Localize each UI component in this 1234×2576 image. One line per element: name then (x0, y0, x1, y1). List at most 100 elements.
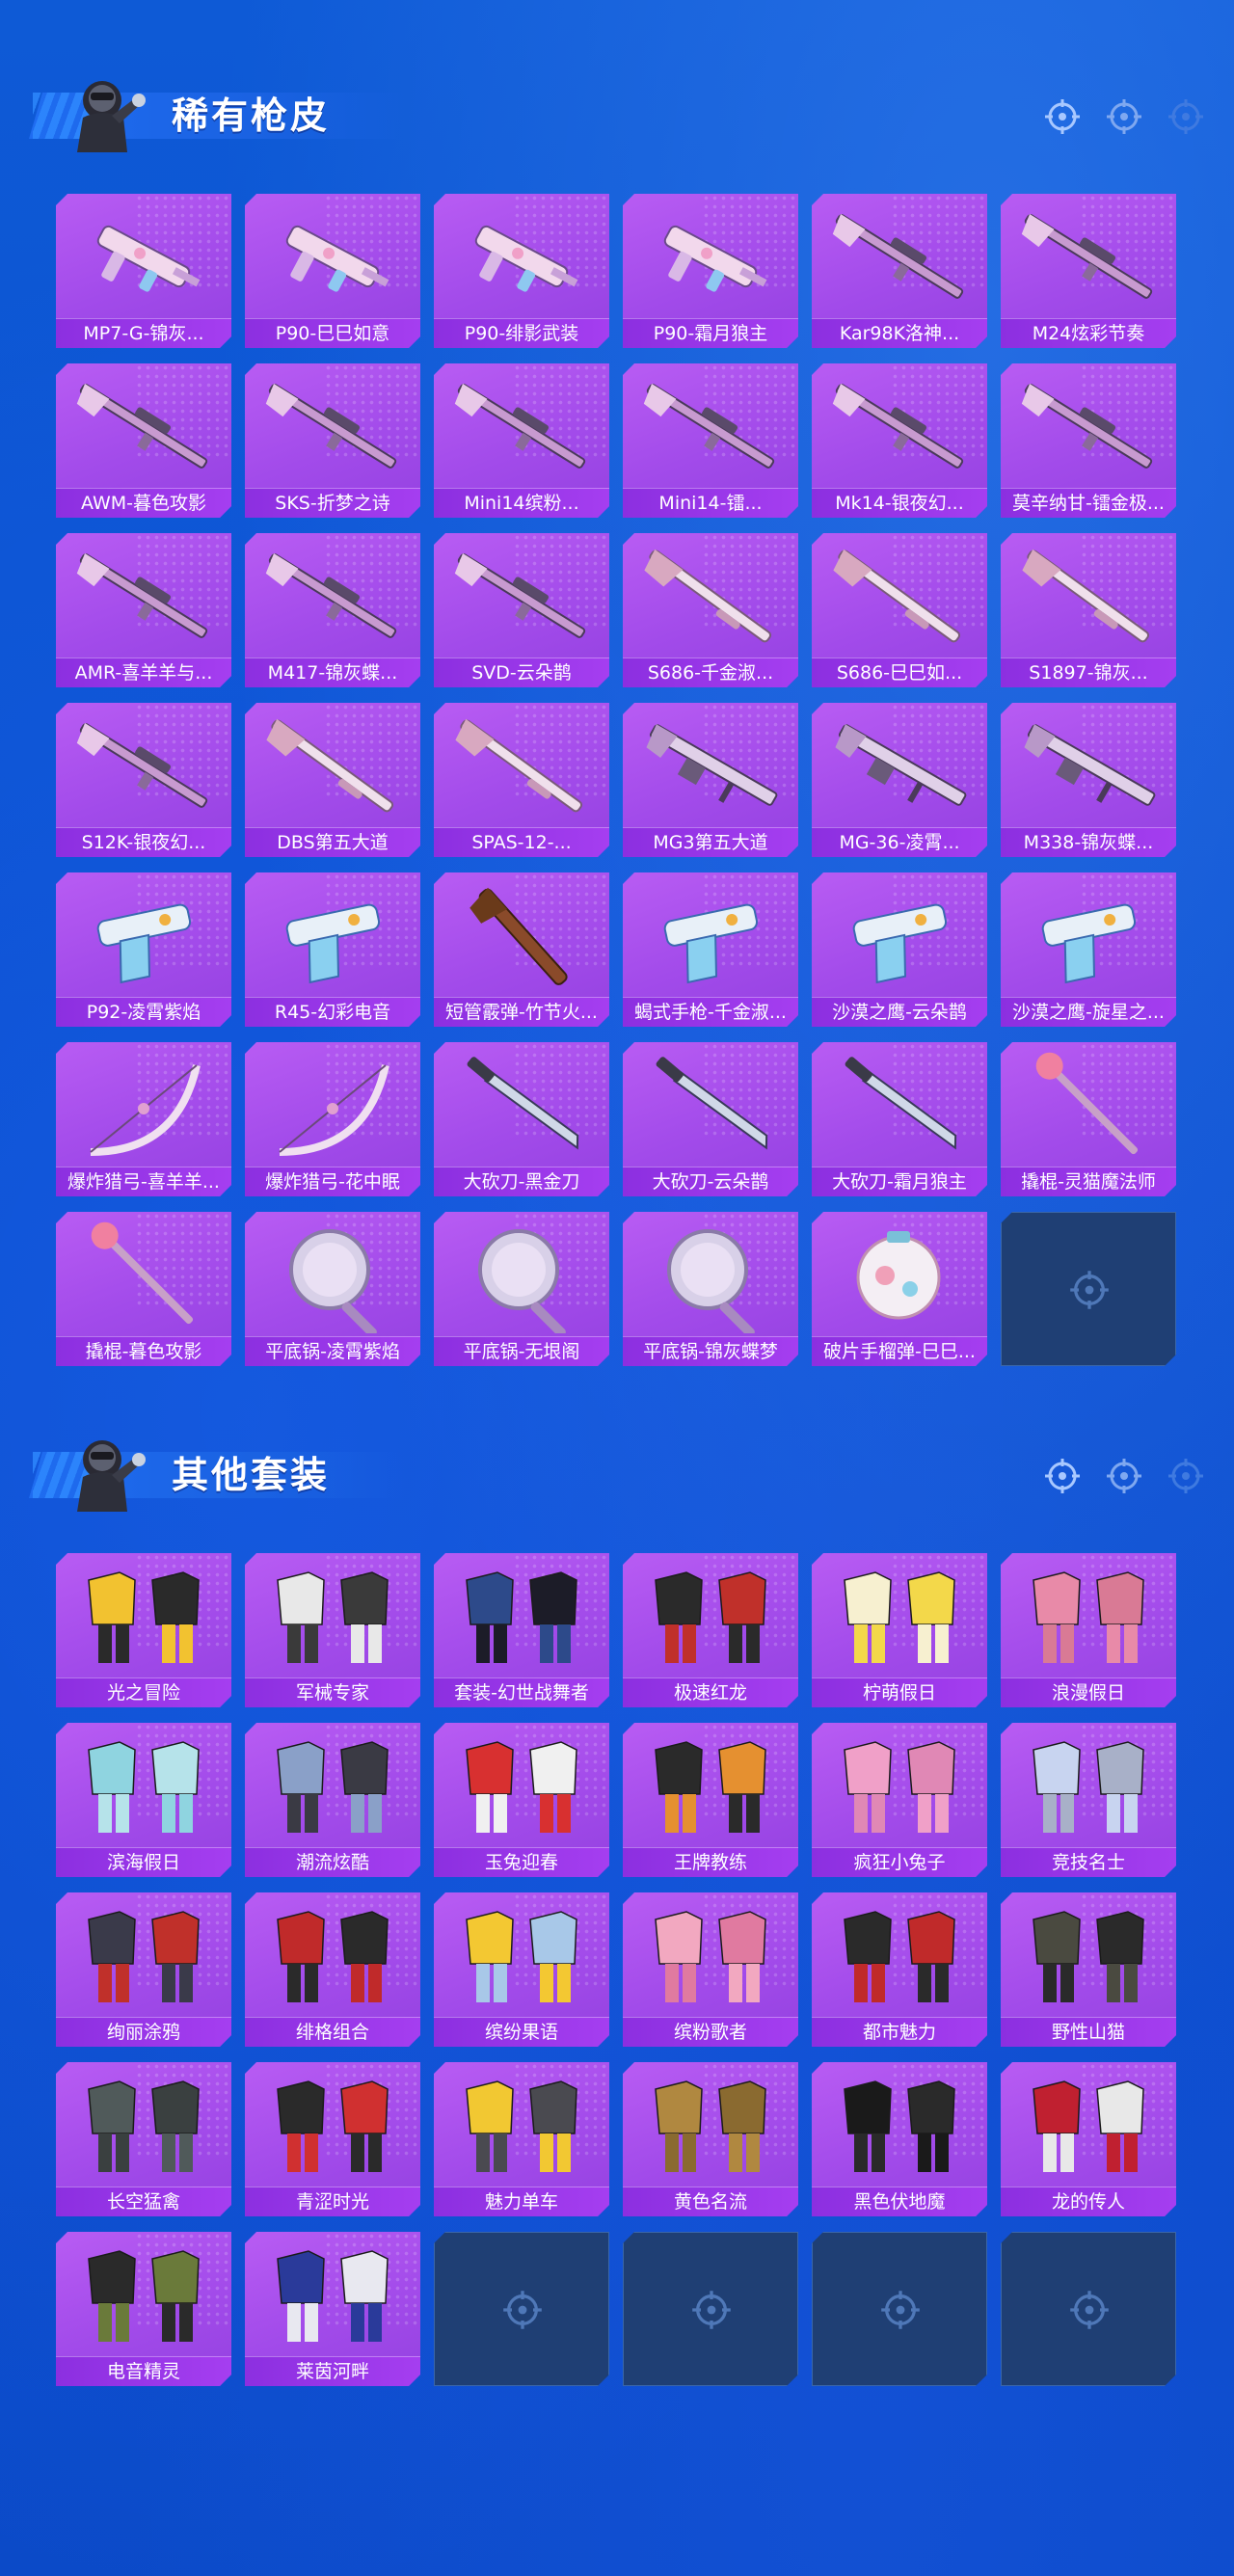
weapon-skin-card[interactable]: MG-36-凌霄... (812, 703, 987, 857)
outfit-card[interactable]: 绚丽涂鸦 (56, 1892, 231, 2047)
weapon-skin-card[interactable]: 沙漠之鹰-旋星之... (1001, 872, 1176, 1027)
weapon-skin-card[interactable]: 大砍刀-云朵鹊 (623, 1042, 798, 1196)
weapon-skin-card[interactable]: SVD-云朵鹊 (434, 533, 609, 687)
empty-slot (1001, 2232, 1176, 2386)
weapon-skin-card[interactable]: M338-锦灰蝶... (1001, 703, 1176, 857)
weapon-skin-card[interactable]: MG3第五大道 (623, 703, 798, 857)
weapon-skin-card[interactable]: P90-霜月狼主 (623, 194, 798, 348)
outfit-card[interactable]: 滨海假日 (56, 1723, 231, 1877)
weapon-skin-card[interactable]: R45-幻彩电音 (245, 872, 420, 1027)
outfit-icon (818, 1896, 981, 2014)
outfit-card[interactable]: 王牌教练 (623, 1723, 798, 1877)
outfit-card[interactable]: 竞技名士 (1001, 1723, 1176, 1877)
outfit-card[interactable]: 都市魅力 (812, 1892, 987, 2047)
outfit-card[interactable]: 套装-幻世战舞者 (434, 1553, 609, 1707)
weapon-skin-card[interactable]: 撬棍-灵猫魔法师 (1001, 1042, 1176, 1196)
outfit-card[interactable]: 黑色伏地魔 (812, 2062, 987, 2216)
weapon-skin-card[interactable]: AWM-暮色攻影 (56, 363, 231, 518)
outfit-icon (1006, 1896, 1170, 2014)
weapon-skin-card[interactable]: SKS-折梦之诗 (245, 363, 420, 518)
weapon-skin-card[interactable]: S686-巳巳如... (812, 533, 987, 687)
card-label: 沙漠之鹰-云朵鹊 (812, 997, 987, 1027)
outfit-card[interactable]: 军械专家 (245, 1553, 420, 1707)
weapon-skin-card[interactable]: Kar98K洛神... (812, 194, 987, 348)
outfit-card[interactable]: 缤粉歌者 (623, 1892, 798, 2047)
weapon-skin-card[interactable]: S1897-锦灰... (1001, 533, 1176, 687)
outfit-card[interactable]: 缤纷果语 (434, 1892, 609, 2047)
weapon-skin-card[interactable]: 蝎式手枪-千金淑... (623, 872, 798, 1027)
card-label: Mk14-银夜幻... (812, 488, 987, 518)
weapon-skin-card[interactable]: S12K-银夜幻... (56, 703, 231, 857)
section-rare-skins: 稀有枪皮 MP7-G-锦灰... P90-巳巳如意 P90-绯影武装 P90-霜月狼主… (0, 54, 1234, 179)
weapon-skin-card[interactable]: 爆炸猎弓-喜羊羊... (56, 1042, 231, 1196)
machete-icon (818, 1046, 981, 1164)
weapon-skin-card[interactable]: 沙漠之鹰-云朵鹊 (812, 872, 987, 1027)
outfit-card[interactable]: 绯格组合 (245, 1892, 420, 2047)
crowbar-icon (1006, 1046, 1170, 1164)
weapon-skin-card[interactable]: M24炫彩节奏 (1001, 194, 1176, 348)
weapon-skin-card[interactable]: S686-千金淑... (623, 533, 798, 687)
card-label: M24炫彩节奏 (1001, 318, 1176, 348)
pistol-icon (1006, 876, 1170, 994)
outfit-card[interactable]: 潮流炫酷 (245, 1723, 420, 1877)
card-label: SPAS-12-... (434, 827, 609, 857)
rifle-icon (62, 707, 226, 824)
outfit-card[interactable]: 疯狂小兔子 (812, 1723, 987, 1877)
card-label: 撬棍-暮色攻影 (56, 1336, 231, 1366)
outfit-card[interactable]: 莱茵河畔 (245, 2232, 420, 2386)
outfit-card[interactable]: 黄色名流 (623, 2062, 798, 2216)
weapon-skin-card[interactable]: 莫辛纳甘-镭金极... (1001, 363, 1176, 518)
outfit-icon (629, 2066, 792, 2184)
weapon-skin-card[interactable]: 平底锅-无垠阁 (434, 1212, 609, 1366)
outfit-card[interactable]: 极速红龙 (623, 1553, 798, 1707)
outfit-card[interactable]: 柠萌假日 (812, 1553, 987, 1707)
weapon-skin-card[interactable]: 撬棍-暮色攻影 (56, 1212, 231, 1366)
pistol-icon (629, 876, 792, 994)
outfit-card[interactable]: 魅力单车 (434, 2062, 609, 2216)
weapon-skin-card[interactable]: 大砍刀-霜月狼主 (812, 1042, 987, 1196)
weapon-skin-card[interactable]: Mk14-银夜幻... (812, 363, 987, 518)
weapon-skin-card[interactable]: M417-锦灰蝶... (245, 533, 420, 687)
outfit-icon (1006, 2066, 1170, 2184)
weapon-skin-card[interactable]: 平底锅-锦灰蝶梦 (623, 1212, 798, 1366)
smg-icon (629, 198, 792, 315)
crowbar-icon (62, 1216, 226, 1333)
shotgun-icon (251, 707, 415, 824)
weapon-skin-card[interactable]: Mini14缤粉... (434, 363, 609, 518)
weapon-skin-card[interactable]: MP7-G-锦灰... (56, 194, 231, 348)
weapon-skin-card[interactable]: Mini14-镭... (623, 363, 798, 518)
rifle-icon (629, 367, 792, 485)
card-label: 缤纷果语 (434, 2017, 609, 2047)
weapon-skin-card[interactable]: SPAS-12-... (434, 703, 609, 857)
outfit-card[interactable]: 长空猛禽 (56, 2062, 231, 2216)
weapon-skin-card[interactable]: 破片手榴弹-巳巳... (812, 1212, 987, 1366)
card-label: 光之冒险 (56, 1677, 231, 1707)
outfit-icon (440, 1727, 604, 1844)
outfit-card[interactable]: 青涩时光 (245, 2062, 420, 2216)
card-label: 竞技名士 (1001, 1847, 1176, 1877)
card-label: 大砍刀-霜月狼主 (812, 1167, 987, 1196)
empty-slot (1001, 1212, 1176, 1366)
machete-icon (440, 1046, 604, 1164)
outfit-icon (818, 1557, 981, 1675)
weapon-skin-card[interactable]: DBS第五大道 (245, 703, 420, 857)
outfit-card[interactable]: 电音精灵 (56, 2232, 231, 2386)
weapon-skin-card[interactable]: P92-凌霄紫焰 (56, 872, 231, 1027)
outfit-card[interactable]: 龙的传人 (1001, 2062, 1176, 2216)
outfit-card[interactable]: 浪漫假日 (1001, 1553, 1176, 1707)
weapon-skin-card[interactable]: 大砍刀-黑金刀 (434, 1042, 609, 1196)
outfit-card[interactable]: 玉兔迎春 (434, 1723, 609, 1877)
card-label: 平底锅-锦灰蝶梦 (623, 1336, 798, 1366)
outfit-icon (62, 2066, 226, 2184)
outfit-card[interactable]: 野性山猫 (1001, 1892, 1176, 2047)
weapon-skin-card[interactable]: P90-绯影武装 (434, 194, 609, 348)
outfit-card[interactable]: 光之冒险 (56, 1553, 231, 1707)
weapon-skin-card[interactable]: 短管霰弹-竹节火... (434, 872, 609, 1027)
outfit-icon (251, 2066, 415, 2184)
weapon-skin-card[interactable]: AMR-喜羊羊与... (56, 533, 231, 687)
weapon-skin-card[interactable]: P90-巳巳如意 (245, 194, 420, 348)
weapon-skin-card[interactable]: 平底锅-凌霄紫焰 (245, 1212, 420, 1366)
weapon-skin-card[interactable]: 爆炸猎弓-花中眠 (245, 1042, 420, 1196)
crosshair-icon (690, 2289, 733, 2331)
card-label: 大砍刀-云朵鹊 (623, 1167, 798, 1196)
